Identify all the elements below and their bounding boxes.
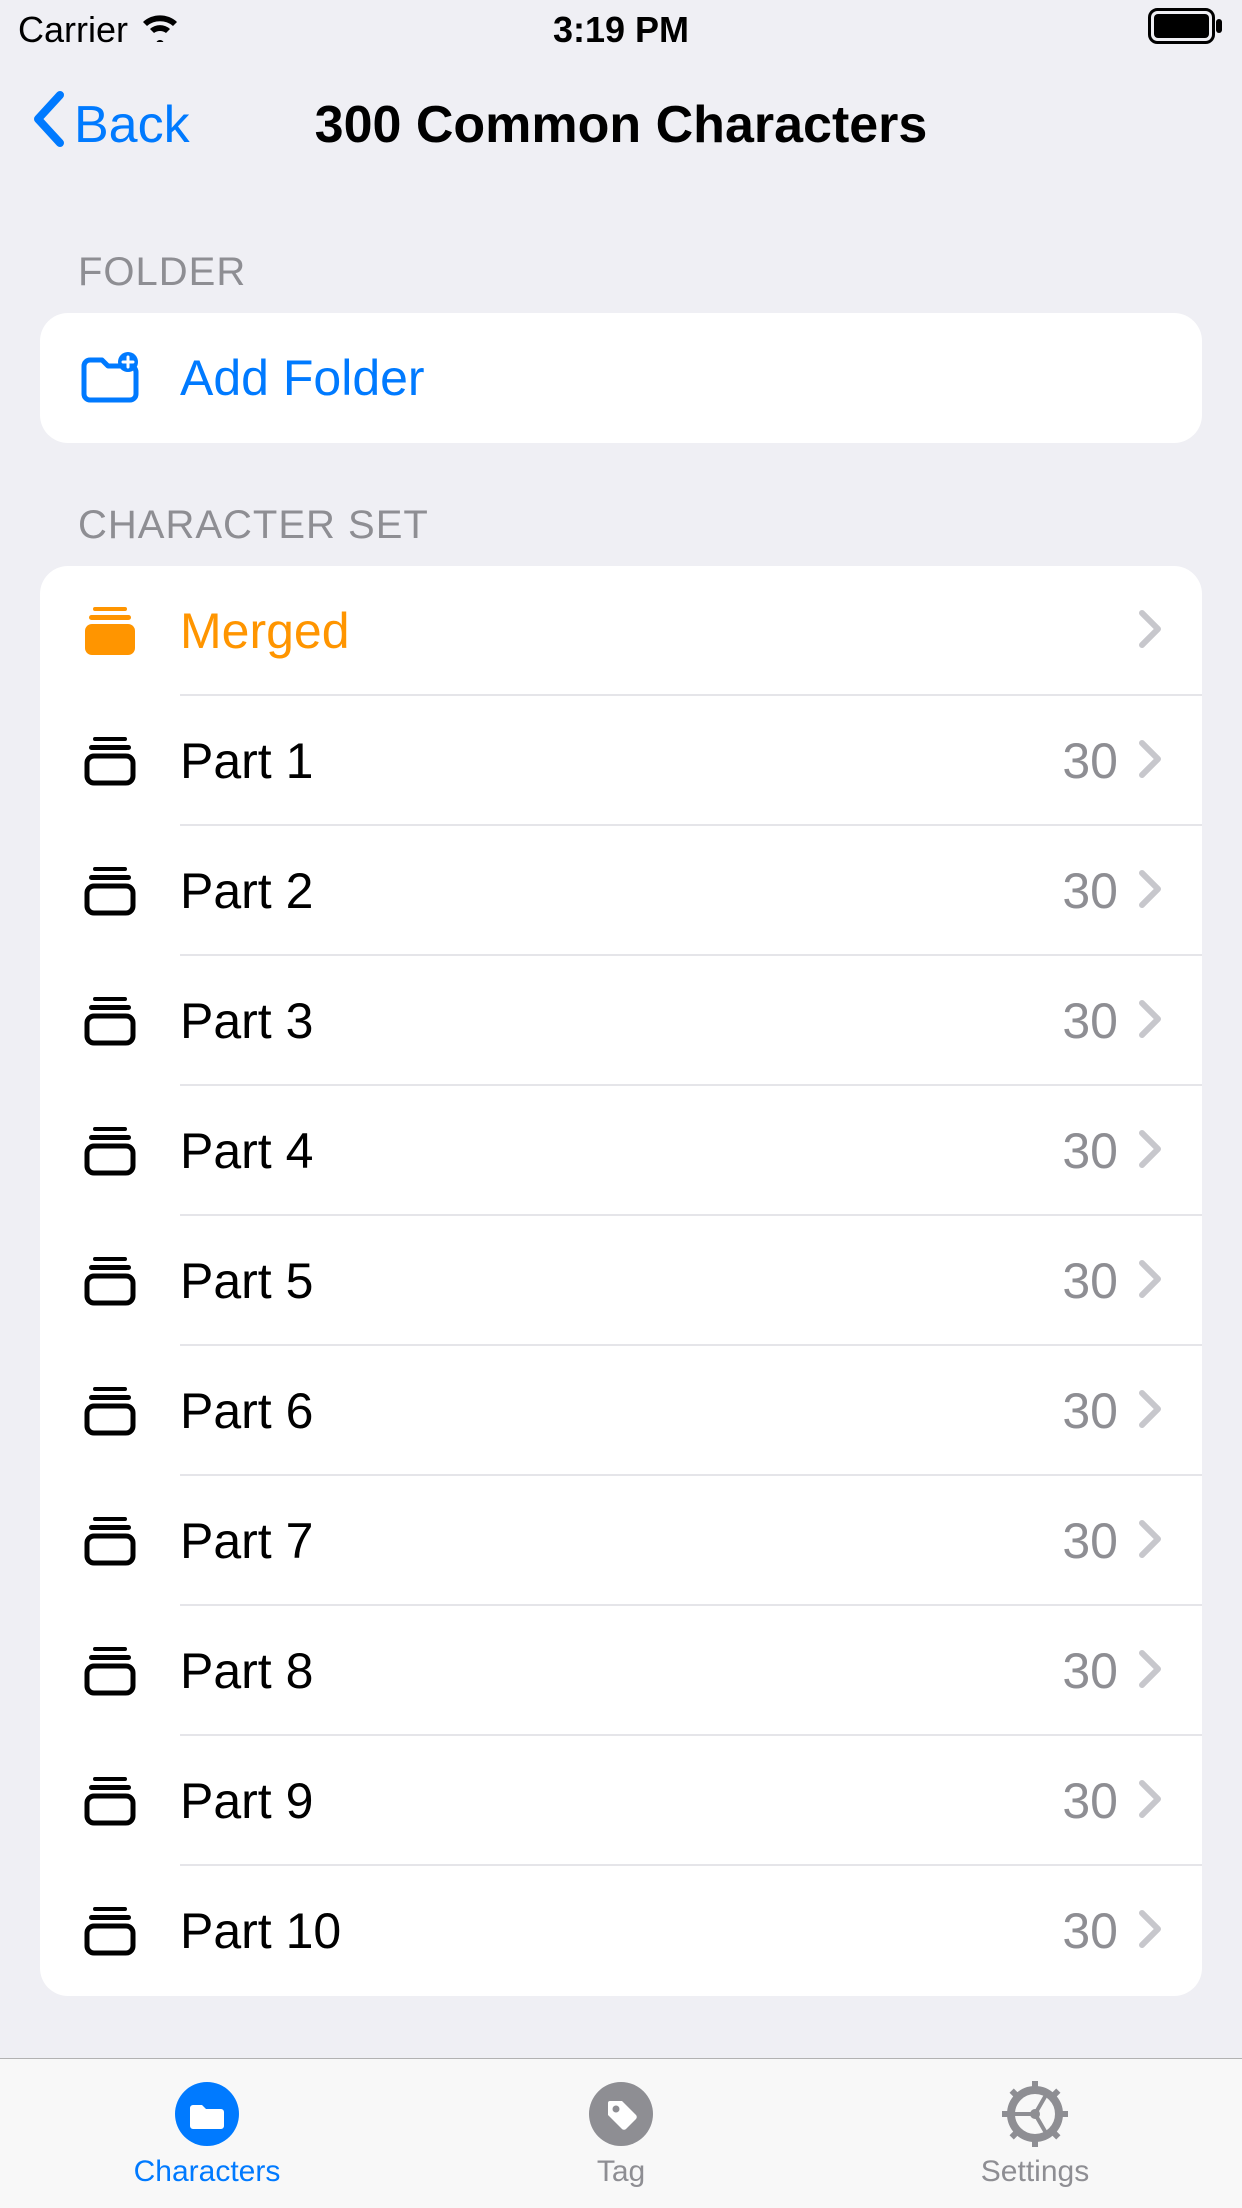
back-button[interactable]: Back (30, 89, 190, 162)
part-label: Part 2 (180, 862, 1062, 920)
gear-icon (1000, 2079, 1070, 2149)
part-label: Part 1 (180, 732, 1062, 790)
part-label: Part 10 (180, 1902, 1062, 1960)
part-row[interactable]: Part 10 30 (40, 1866, 1202, 1996)
chevron-left-icon (30, 89, 66, 162)
part-label: Part 6 (180, 1382, 1062, 1440)
part-count: 30 (1062, 1512, 1118, 1570)
tag-icon (586, 2079, 656, 2149)
part-count: 30 (1062, 1252, 1118, 1310)
stack-outline-icon (80, 1775, 140, 1827)
tab-bar: Characters Tag (0, 2058, 1242, 2208)
character-set-list: Merged Part 1 30 Part 2 30 Part 3 30 Par… (40, 566, 1202, 1996)
part-row[interactable]: Part 9 30 (40, 1736, 1202, 1866)
stack-outline-icon (80, 1515, 140, 1567)
chevron-right-icon (1138, 1259, 1162, 1304)
part-row[interactable]: Part 6 30 (40, 1346, 1202, 1476)
stack-outline-icon (80, 1645, 140, 1697)
stack-outline-icon (80, 995, 140, 1047)
part-row[interactable]: Part 1 30 (40, 696, 1202, 826)
stack-outline-icon (80, 1385, 140, 1437)
tab-settings[interactable]: Settings (828, 2059, 1242, 2208)
chevron-right-icon (1138, 1519, 1162, 1564)
part-count: 30 (1062, 1642, 1118, 1700)
stack-filled-icon (80, 605, 140, 657)
part-label: Part 7 (180, 1512, 1062, 1570)
part-label: Part 8 (180, 1642, 1062, 1700)
part-count: 30 (1062, 862, 1118, 920)
section-header-folder: FOLDER (0, 190, 1242, 313)
folder-icon (172, 2079, 242, 2149)
chevron-right-icon (1138, 869, 1162, 914)
tab-label: Characters (134, 2155, 281, 2189)
clock-label: 3:19 PM (553, 9, 689, 51)
stack-outline-icon (80, 1905, 140, 1957)
part-row[interactable]: Part 7 30 (40, 1476, 1202, 1606)
merged-label: Merged (180, 602, 1138, 660)
part-count: 30 (1062, 732, 1118, 790)
carrier-label: Carrier (18, 9, 128, 51)
add-folder-label: Add Folder (180, 349, 1162, 407)
chevron-right-icon (1138, 739, 1162, 784)
chevron-right-icon (1138, 1649, 1162, 1694)
back-label: Back (74, 95, 190, 155)
stack-outline-icon (80, 1125, 140, 1177)
folder-list: Add Folder (40, 313, 1202, 443)
merged-row[interactable]: Merged (40, 566, 1202, 696)
chevron-right-icon (1138, 1129, 1162, 1174)
tab-label: Tag (597, 2155, 645, 2189)
tab-characters[interactable]: Characters (0, 2059, 414, 2208)
stack-outline-icon (80, 865, 140, 917)
part-row[interactable]: Part 8 30 (40, 1606, 1202, 1736)
chevron-right-icon (1138, 1909, 1162, 1954)
tab-tag[interactable]: Tag (414, 2059, 828, 2208)
part-label: Part 9 (180, 1772, 1062, 1830)
part-label: Part 4 (180, 1122, 1062, 1180)
part-label: Part 5 (180, 1252, 1062, 1310)
part-label: Part 3 (180, 992, 1062, 1050)
status-bar: Carrier 3:19 PM (0, 0, 1242, 60)
part-row[interactable]: Part 2 30 (40, 826, 1202, 956)
page-title: 300 Common Characters (315, 95, 928, 155)
tab-label: Settings (981, 2155, 1089, 2189)
part-count: 30 (1062, 1772, 1118, 1830)
chevron-right-icon (1138, 609, 1162, 654)
chevron-right-icon (1138, 1389, 1162, 1434)
part-row[interactable]: Part 3 30 (40, 956, 1202, 1086)
part-count: 30 (1062, 1122, 1118, 1180)
chevron-right-icon (1138, 999, 1162, 1044)
folder-add-icon (80, 352, 140, 404)
stack-outline-icon (80, 1255, 140, 1307)
chevron-right-icon (1138, 1779, 1162, 1824)
part-row[interactable]: Part 5 30 (40, 1216, 1202, 1346)
part-count: 30 (1062, 1382, 1118, 1440)
wifi-icon (140, 9, 180, 51)
part-count: 30 (1062, 992, 1118, 1050)
add-folder-row[interactable]: Add Folder (40, 313, 1202, 443)
battery-icon (1148, 8, 1224, 53)
part-count: 30 (1062, 1902, 1118, 1960)
section-header-character-set: CHARACTER SET (0, 443, 1242, 566)
stack-outline-icon (80, 735, 140, 787)
content-area: FOLDER Add Folder CHARACTER SET Merged P… (0, 190, 1242, 2058)
part-row[interactable]: Part 4 30 (40, 1086, 1202, 1216)
nav-bar: Back 300 Common Characters (0, 60, 1242, 190)
